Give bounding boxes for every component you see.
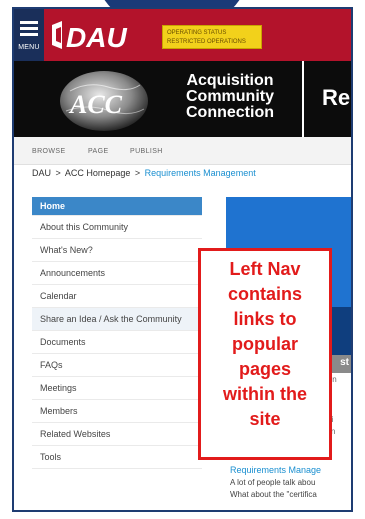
breadcrumb-dau[interactable]: DAU [32, 168, 51, 178]
breadcrumb-requirements-management[interactable]: Requirements Management [145, 168, 256, 178]
nav-item-members[interactable]: Members [32, 400, 202, 423]
tab-browse[interactable]: BROWSE [32, 148, 66, 155]
breadcrumb-acc-homepage[interactable]: ACC Homepage [65, 168, 131, 178]
community-title: Acquisition Community Connection [180, 73, 280, 121]
menu-label: MENU [18, 44, 40, 51]
callout-line-3: links to [233, 309, 297, 329]
page-title-partial: Re [322, 85, 351, 110]
callout-line-2: contains [227, 284, 302, 304]
ribbon-toolbar: BROWSE PAGE PUBLISH [14, 137, 351, 165]
nav-item-calendar[interactable]: Calendar [32, 285, 202, 308]
operating-status-badge[interactable]: OPERATING STATUS RESTRICTED OPERATIONS [162, 25, 262, 49]
left-navigation: Home About this Community What's New? An… [32, 197, 202, 469]
tab-publish[interactable]: PUBLISH [130, 148, 163, 155]
article-excerpt-2: What about the "certifica [230, 490, 317, 499]
requirements-management-link[interactable]: Requirements Manage [230, 465, 321, 475]
nav-item-documents[interactable]: Documents [32, 331, 202, 354]
tab-page[interactable]: PAGE [88, 148, 109, 155]
callout-line-1: Left Nav [229, 259, 301, 279]
breadcrumb-separator: > [55, 168, 61, 178]
callout-line-4: popular [232, 334, 298, 354]
callout-line-6: within the [223, 384, 307, 404]
article-excerpt-1: A lot of people talk abou [230, 478, 316, 487]
callout-line-7: site [249, 409, 281, 429]
acc-logo-text: ACC [68, 90, 123, 119]
title-line-1: Acquisition [186, 72, 274, 89]
content-tab-label: st [340, 357, 349, 368]
acc-banner: ACC Acquisition Community Connection Re [14, 61, 351, 137]
hamburger-icon [20, 21, 38, 36]
breadcrumb: DAU > ACC Homepage > Requirements Manage… [32, 168, 256, 178]
nav-item-about[interactable]: About this Community [32, 216, 202, 239]
nav-item-faqs[interactable]: FAQs [32, 354, 202, 377]
dau-logo[interactable]: DAU [52, 19, 150, 51]
nav-item-whats-new[interactable]: What's New? [32, 239, 202, 262]
acc-globe-logo: ACC [60, 71, 148, 131]
top-header-bar: MENU DAU OPERATING STATUS RESTRICTED OPE… [14, 9, 351, 61]
title-line-3: Connection [186, 104, 274, 121]
dau-logo-text: DAU [66, 22, 127, 51]
banner-divider [302, 61, 304, 137]
callout-line-5: pages [238, 359, 292, 379]
status-line-2: RESTRICTED OPERATIONS [167, 39, 246, 45]
nav-item-related-websites[interactable]: Related Websites [32, 423, 202, 446]
breadcrumb-separator: > [134, 168, 141, 178]
title-line-2: Community [186, 88, 274, 105]
nav-item-announcements[interactable]: Announcements [32, 262, 202, 285]
annotation-callout: Left Nav contains links to popular pages… [198, 248, 332, 460]
menu-button[interactable]: MENU [14, 9, 44, 61]
status-line-1: OPERATING STATUS [167, 30, 227, 36]
nav-item-share-idea[interactable]: Share an Idea / Ask the Community [32, 308, 202, 331]
screenshot-frame: MENU DAU OPERATING STATUS RESTRICTED OPE… [12, 7, 353, 512]
nav-item-home[interactable]: Home [32, 197, 202, 216]
nav-item-meetings[interactable]: Meetings [32, 377, 202, 400]
nav-item-tools[interactable]: Tools [32, 446, 202, 469]
